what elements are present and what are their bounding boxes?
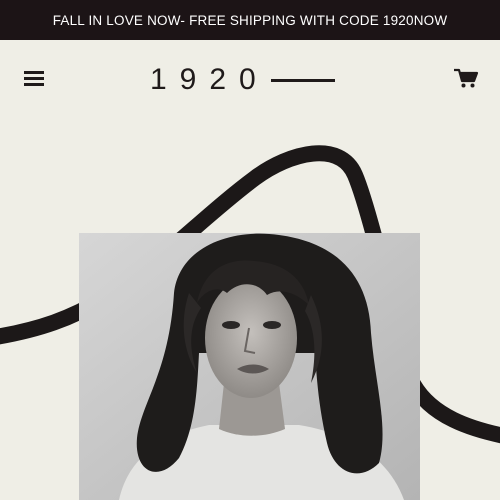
site-logo[interactable]: 1920 bbox=[150, 62, 335, 98]
shopping-cart-icon bbox=[454, 68, 479, 88]
hero-portrait-image bbox=[79, 233, 420, 500]
announcement-bar: FALL IN LOVE NOW- FREE SHIPPING WITH COD… bbox=[0, 0, 500, 40]
menu-button[interactable] bbox=[20, 66, 48, 90]
announcement-text: FALL IN LOVE NOW- FREE SHIPPING WITH COD… bbox=[52, 12, 448, 28]
logo-rule bbox=[270, 78, 335, 82]
hero-section bbox=[0, 120, 500, 500]
site-header: 1920 bbox=[0, 40, 500, 120]
cart-button[interactable] bbox=[452, 66, 480, 90]
logo-text: 1920 bbox=[150, 63, 269, 96]
